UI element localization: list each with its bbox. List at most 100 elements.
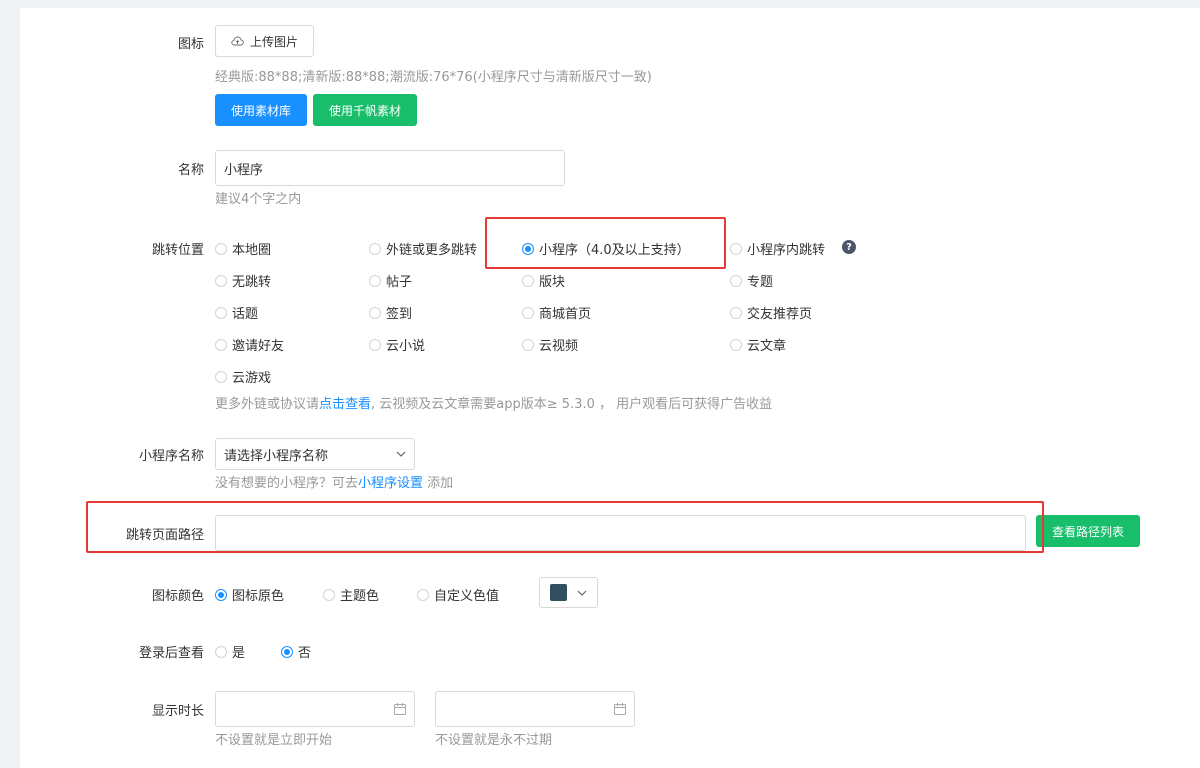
name-input[interactable]: 小程序: [215, 150, 565, 186]
calendar-icon: [394, 703, 406, 715]
start-date-input[interactable]: [215, 691, 415, 727]
radio-label: 商城首页: [539, 307, 592, 322]
radio-label: 云视频: [539, 339, 579, 354]
jump-option[interactable]: 云视频: [522, 335, 578, 354]
radio-label: 云文章: [747, 339, 787, 354]
radio-dot[interactable]: [417, 588, 429, 601]
radio-dot[interactable]: [369, 242, 381, 255]
miniapp-hint: 没有想要的小程序？可去小程序设置 添加: [215, 472, 453, 491]
jump-hint: 更多外链或协议请点击查看, 云视频及云文章需要app版本≥ 5.3.0 ， 用户…: [215, 393, 772, 412]
jump-option[interactable]: 帖子: [369, 271, 412, 290]
radio-dot[interactable]: [215, 588, 227, 601]
radio-dot[interactable]: [730, 242, 742, 255]
login-option[interactable]: 否: [281, 642, 311, 661]
radio-label: 小程序内跳转: [747, 243, 826, 258]
jump-option[interactable]: 交友推荐页: [730, 303, 812, 322]
jump-option[interactable]: 无跳转: [215, 271, 271, 290]
radio-label: 云游戏: [232, 371, 272, 386]
radio-dot[interactable]: [215, 274, 227, 287]
radio-dot[interactable]: [215, 338, 227, 351]
path-input[interactable]: [215, 515, 1026, 551]
icon-size-hint: 经典版:88*88;清新版:88*88;潮流版:76*76(小程序尺寸与清新版尺…: [215, 70, 652, 85]
icon-color-option[interactable]: 主题色: [323, 585, 379, 604]
miniapp-settings-link[interactable]: 小程序设置: [358, 476, 423, 491]
jump-option[interactable]: 外链或更多跳转: [369, 239, 477, 258]
radio-dot[interactable]: [369, 338, 381, 351]
jump-option[interactable]: 商城首页: [522, 303, 591, 322]
jump-hint-text: 更多外链或协议请: [215, 397, 320, 412]
radio-dot[interactable]: [730, 338, 742, 351]
jump-option[interactable]: 小程序（4.0及以上支持）: [522, 239, 690, 258]
help-icon[interactable]: ?: [842, 240, 856, 254]
radio-label: 话题: [232, 307, 259, 322]
radio-label: 外链或更多跳转: [386, 243, 478, 258]
radio-dot[interactable]: [522, 306, 534, 319]
cloud-upload-icon: [231, 36, 244, 46]
jump-option[interactable]: 本地圈: [215, 239, 271, 258]
end-date-hint: 不设置就是永不过期: [435, 733, 553, 748]
jump-option[interactable]: 签到: [369, 303, 412, 322]
view-link[interactable]: 点击查看: [319, 397, 371, 412]
radio-dot[interactable]: [215, 370, 227, 383]
radio-label: 是: [232, 646, 246, 661]
jump-option[interactable]: 云游戏: [215, 367, 271, 386]
chevron-down-icon: [577, 590, 587, 596]
login-option[interactable]: 是: [215, 642, 245, 661]
radio-dot[interactable]: [522, 242, 534, 255]
use-library-button[interactable]: 使用素材库: [215, 94, 307, 126]
path-label: 跳转页面路径: [125, 528, 204, 543]
jump-option[interactable]: 话题: [215, 303, 258, 322]
radio-label: 专题: [747, 275, 774, 290]
radio-dot[interactable]: [215, 306, 227, 319]
radio-dot[interactable]: [215, 645, 227, 658]
miniapp-select-placeholder: 请选择小程序名称: [224, 448, 329, 464]
radio-dot[interactable]: [281, 645, 293, 658]
icon-color-option[interactable]: 图标原色: [215, 585, 284, 604]
jump-label: 跳转位置: [151, 243, 204, 258]
jump-option[interactable]: 小程序内跳转: [730, 239, 825, 258]
jump-option[interactable]: 专题: [730, 271, 773, 290]
radio-label: 无跳转: [232, 275, 272, 290]
radio-label: 小程序（4.0及以上支持）: [539, 243, 690, 258]
radio-dot[interactable]: [730, 306, 742, 319]
upload-image-label: 上传图片: [249, 34, 298, 49]
upload-image-button[interactable]: 上传图片: [215, 25, 314, 57]
miniapp-hint-text: 没有想要的小程序？可去: [215, 476, 359, 491]
duration-label: 显示时长: [151, 704, 204, 719]
radio-label: 邀请好友: [232, 339, 285, 354]
icon-color-label: 图标颜色: [151, 589, 204, 604]
radio-label: 云小说: [386, 339, 426, 354]
end-date-input[interactable]: [435, 691, 635, 727]
color-picker[interactable]: [539, 577, 598, 608]
start-date-hint: 不设置就是立即开始: [215, 733, 333, 748]
icon-color-option[interactable]: 自定义色值: [417, 585, 499, 604]
miniapp-name-label: 小程序名称: [138, 449, 204, 464]
jump-hint-suffix: , 云视频及云文章需要app版本≥ 5.3.0 ， 用户观看后可获得广告收益: [371, 397, 773, 412]
radio-label: 交友推荐页: [747, 307, 813, 322]
radio-label: 本地圈: [232, 243, 272, 258]
radio-dot[interactable]: [369, 306, 381, 319]
chevron-down-icon: [396, 451, 406, 457]
radio-dot[interactable]: [323, 588, 335, 601]
radio-dot[interactable]: [369, 274, 381, 287]
radio-dot[interactable]: [522, 338, 534, 351]
use-qianfan-button[interactable]: 使用千帆素材: [313, 94, 417, 126]
jump-option[interactable]: 云小说: [369, 335, 425, 354]
color-swatch: [550, 584, 567, 601]
radio-label: 版块: [539, 275, 566, 290]
name-label: 名称: [177, 163, 204, 178]
radio-label: 主题色: [340, 589, 380, 604]
radio-dot[interactable]: [215, 242, 227, 255]
radio-dot[interactable]: [730, 274, 742, 287]
jump-option[interactable]: 云文章: [730, 335, 786, 354]
jump-option[interactable]: 版块: [522, 271, 565, 290]
miniapp-hint-suffix: 添加: [423, 476, 454, 491]
name-hint: 建议4个字之内: [215, 192, 302, 207]
calendar-icon: [614, 703, 626, 715]
radio-dot[interactable]: [522, 274, 534, 287]
radio-label: 签到: [386, 307, 413, 322]
radio-label: 帖子: [386, 275, 413, 290]
jump-option[interactable]: 邀请好友: [215, 335, 284, 354]
view-path-list-button[interactable]: 查看路径列表: [1036, 515, 1140, 547]
miniapp-select[interactable]: 请选择小程序名称: [215, 438, 415, 470]
